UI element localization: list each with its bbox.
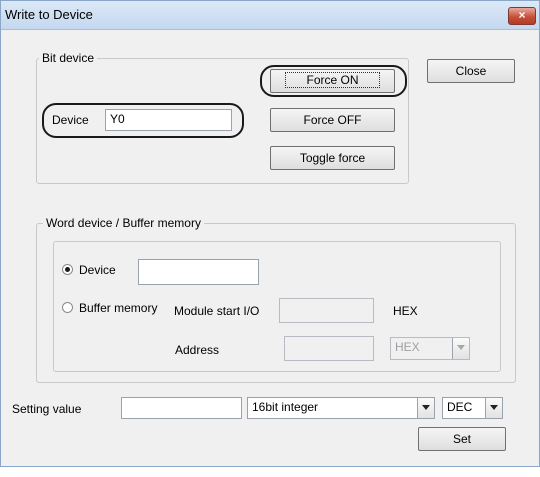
buffer-memory-radio[interactable] bbox=[62, 302, 73, 313]
device-highlight-oval bbox=[42, 103, 244, 138]
address-label: Address bbox=[175, 343, 220, 357]
number-base-dropdown[interactable]: DEC bbox=[442, 397, 503, 419]
force-on-highlight-oval bbox=[260, 65, 407, 97]
title-bar: Write to Device × bbox=[1, 1, 539, 30]
address-input[interactable] bbox=[284, 336, 374, 361]
module-start-io-input[interactable] bbox=[279, 298, 374, 323]
device-radio-dot bbox=[65, 267, 70, 272]
chevron-down-icon[interactable] bbox=[417, 398, 434, 418]
address-format-value: HEX bbox=[395, 340, 420, 354]
data-type-dropdown[interactable]: 16bit integer bbox=[247, 397, 435, 419]
buffer-memory-radio-label: Buffer memory bbox=[79, 301, 158, 315]
close-window-button[interactable]: × bbox=[508, 7, 536, 25]
chevron-down-icon[interactable] bbox=[452, 338, 469, 359]
data-type-value: 16bit integer bbox=[252, 400, 319, 414]
device-radio[interactable] bbox=[62, 264, 73, 275]
write-to-device-dialog: Write to Device × Bit device Device Y0 F… bbox=[0, 0, 540, 467]
module-start-io-label: Module start I/O bbox=[174, 304, 260, 318]
toggle-force-button[interactable]: Toggle force bbox=[270, 146, 395, 170]
word-device-group-label: Word device / Buffer memory bbox=[43, 216, 204, 230]
setting-value-input[interactable] bbox=[121, 397, 242, 419]
module-start-hex-label: HEX bbox=[393, 304, 418, 318]
force-off-button[interactable]: Force OFF bbox=[270, 108, 395, 132]
device-radio-label: Device bbox=[79, 263, 116, 277]
word-device-input[interactable] bbox=[138, 259, 259, 285]
setting-value-label: Setting value bbox=[12, 402, 82, 416]
bit-device-group-label: Bit device bbox=[39, 51, 98, 65]
close-icon: × bbox=[518, 8, 526, 22]
close-button[interactable]: Close bbox=[427, 59, 515, 83]
address-format-dropdown[interactable]: HEX bbox=[390, 337, 470, 360]
set-button[interactable]: Set bbox=[418, 427, 506, 451]
number-base-value: DEC bbox=[447, 400, 473, 414]
dialog-title: Write to Device bbox=[5, 7, 93, 22]
chevron-down-icon[interactable] bbox=[485, 398, 502, 418]
